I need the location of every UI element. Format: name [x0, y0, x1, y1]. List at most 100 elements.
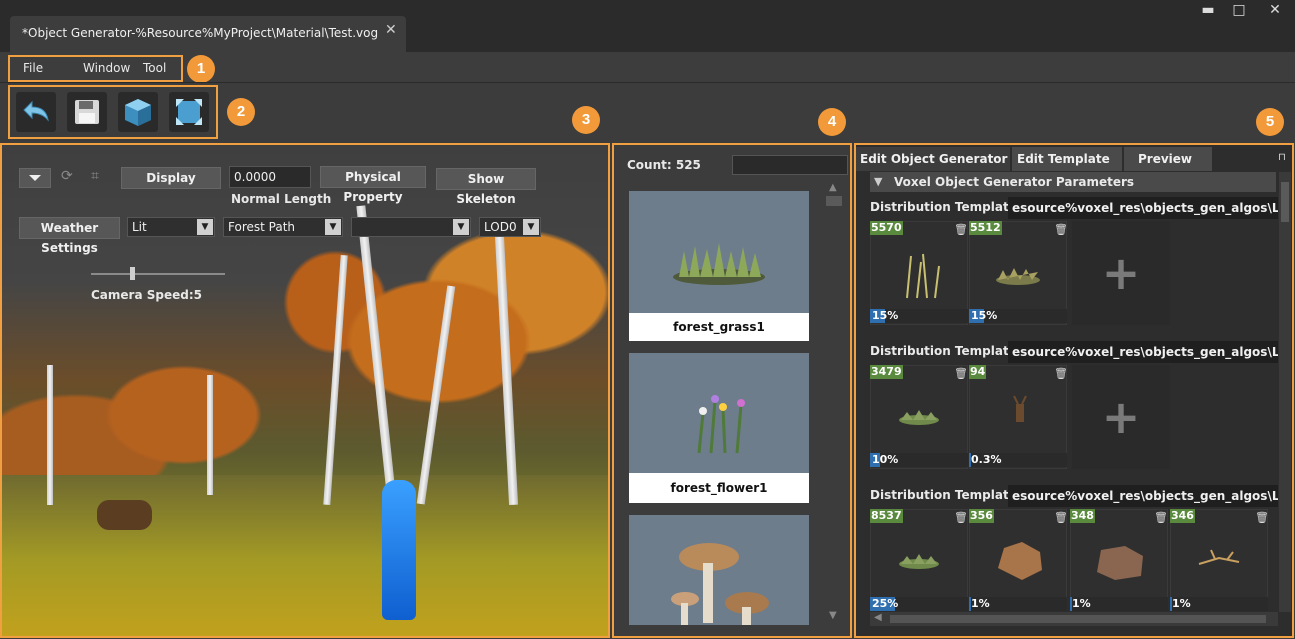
- add-item-button[interactable]: +: [1072, 221, 1170, 325]
- birch-trunk: [356, 205, 397, 505]
- distribution-template-path[interactable]: esource%voxel_res\objects_gen_algos\Leve…: [1008, 341, 1278, 363]
- asset-search-input[interactable]: [732, 155, 848, 175]
- scroll-left-icon[interactable]: ◀: [874, 612, 882, 623]
- save-icon: [75, 100, 99, 124]
- extra-select[interactable]: ▼: [351, 217, 471, 237]
- template-item-cell[interactable]: [870, 509, 968, 611]
- distribution-template-label: Distribution Template: [870, 200, 1017, 214]
- tab-preview[interactable]: Preview: [1134, 147, 1192, 171]
- trash-icon[interactable]: 🗑: [1054, 223, 1068, 236]
- item-count-badge: 348: [1070, 509, 1095, 523]
- scene-select[interactable]: Forest Path ▼: [223, 217, 343, 237]
- view-menu-button[interactable]: [19, 168, 51, 188]
- transform-icon[interactable]: ⌗: [91, 168, 111, 188]
- distribution-template-path[interactable]: esource%voxel_res\objects_gen_algos\Leve…: [1008, 485, 1278, 507]
- asset-thumbnail[interactable]: [629, 353, 809, 473]
- scene-value: Forest Path: [228, 220, 296, 234]
- close-window-button[interactable]: ✕: [1258, 0, 1292, 22]
- trash-icon[interactable]: 🗑: [954, 511, 968, 524]
- character-model: [382, 480, 416, 620]
- maximize-button[interactable]: □: [1224, 0, 1254, 22]
- callout-badge-5: 5: [1256, 108, 1284, 136]
- minimize-button[interactable]: ▬: [1193, 0, 1223, 22]
- trash-icon[interactable]: 🗑: [1154, 511, 1168, 524]
- plus-icon: +: [1101, 246, 1141, 300]
- dropdown-menu-icon: [29, 175, 41, 181]
- trash-icon[interactable]: 🗑: [954, 367, 968, 380]
- tab-edit-template[interactable]: Edit Template: [1013, 147, 1110, 171]
- trash-icon[interactable]: 🗑: [1255, 511, 1269, 524]
- percent-label: 10%: [872, 453, 899, 466]
- plant-thumbnail: [906, 253, 940, 299]
- mushroom-thumbnail: [671, 543, 769, 627]
- camera-speed-slider[interactable]: [91, 273, 225, 275]
- lighting-mode-value: Lit: [132, 220, 147, 234]
- section-header-voxel-parameters[interactable]: ▼ Voxel Object Generator Parameters: [870, 172, 1276, 192]
- scroll-thumb[interactable]: [826, 196, 842, 206]
- scroll-down-icon[interactable]: ▼: [829, 610, 837, 621]
- asset-label[interactable]: forest_grass1: [629, 313, 809, 341]
- asset-thumbnail[interactable]: [629, 191, 809, 313]
- document-tab-title: *Object Generator-%Resource%MyProject\Ma…: [22, 26, 379, 40]
- pin-icon[interactable]: ⊓: [1278, 152, 1286, 163]
- fit-view-button[interactable]: [169, 92, 209, 132]
- tab-close-icon[interactable]: ✕: [385, 22, 397, 38]
- template-item-cell[interactable]: [1070, 509, 1168, 611]
- template-item-cell[interactable]: [969, 509, 1067, 611]
- scroll-thumb[interactable]: [890, 615, 1266, 623]
- scroll-up-icon[interactable]: ▲: [829, 182, 837, 193]
- grass-thumbnail: [996, 268, 1040, 285]
- percent-label: 15%: [872, 309, 899, 322]
- grass-thumbnail: [899, 554, 939, 569]
- percent-label: 1%: [1072, 597, 1091, 610]
- menu-window[interactable]: Window: [83, 61, 130, 75]
- collapse-icon[interactable]: ▼: [874, 172, 882, 192]
- refresh-icon[interactable]: ⟳: [61, 168, 81, 188]
- undo-button[interactable]: [16, 92, 56, 132]
- item-count-badge: 346: [1170, 509, 1195, 523]
- weather-settings-button[interactable]: Weather Settings: [19, 217, 120, 255]
- chevron-down-icon: ▼: [453, 219, 469, 235]
- asset-label[interactable]: forest_flower1: [629, 473, 809, 503]
- horizontal-scrollbar[interactable]: ◀: [870, 612, 1278, 626]
- chevron-down-icon: ▼: [523, 219, 539, 235]
- callout-badge-4: 4: [818, 108, 846, 136]
- menu-file[interactable]: File: [23, 61, 43, 75]
- add-item-button[interactable]: +: [1072, 365, 1170, 469]
- show-skeleton-button[interactable]: Show Skeleton: [436, 168, 536, 206]
- lighting-mode-select[interactable]: Lit ▼: [127, 217, 215, 237]
- callout-badge-2: 2: [227, 98, 255, 126]
- trash-icon[interactable]: 🗑: [954, 223, 968, 236]
- normal-length-input[interactable]: 0.0000: [229, 166, 311, 188]
- cube-icon: [125, 99, 151, 126]
- item-count-badge: 94: [969, 365, 987, 379]
- birch-trunk: [494, 234, 519, 506]
- asset-count-label: Count: 525: [627, 158, 701, 172]
- birch-trunk: [207, 375, 213, 495]
- asset-thumbnail[interactable]: [629, 515, 809, 627]
- template-item-cell[interactable]: [1170, 509, 1268, 611]
- scroll-thumb[interactable]: [1281, 182, 1289, 222]
- lod-value: LOD0: [484, 220, 517, 234]
- asset-list-scrollbar[interactable]: ▲ ▼: [826, 180, 842, 625]
- percent-label: 1%: [1172, 597, 1191, 610]
- cube-button[interactable]: [118, 92, 158, 132]
- save-button[interactable]: [67, 92, 107, 132]
- camera-speed-handle[interactable]: [130, 267, 135, 280]
- distribution-template-path[interactable]: esource%voxel_res\objects_gen_algos\Leve…: [1008, 197, 1278, 219]
- birch-trunk: [47, 365, 53, 505]
- tab-edit-object-generator[interactable]: Edit Object Generator: [856, 147, 1007, 171]
- lod-select[interactable]: LOD0 ▼: [479, 217, 541, 237]
- menu-tool[interactable]: Tool: [143, 61, 166, 75]
- display-button[interactable]: Display: [121, 167, 221, 189]
- properties-scrollbar[interactable]: [1279, 172, 1291, 612]
- grass-thumbnail: [673, 243, 765, 285]
- branch-thumbnail: [1198, 549, 1240, 565]
- trash-icon[interactable]: 🗑: [1054, 367, 1068, 380]
- percent-label: 1%: [971, 597, 990, 610]
- item-count-badge: 5570: [870, 221, 903, 235]
- undo-icon: [23, 100, 49, 122]
- percent-label: 15%: [971, 309, 998, 322]
- physical-property-button[interactable]: Physical Property: [320, 166, 426, 204]
- trash-icon[interactable]: 🗑: [1054, 511, 1068, 524]
